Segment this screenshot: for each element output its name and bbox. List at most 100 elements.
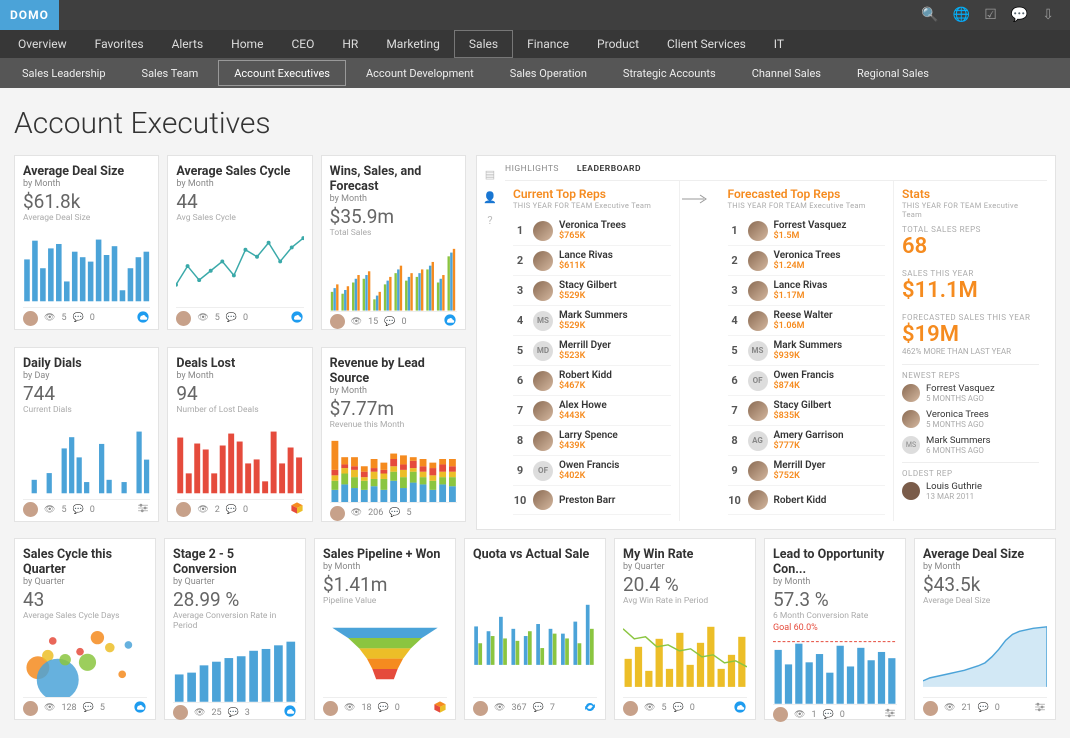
bottom-card-3[interactable]: Quota vs Actual Sale 👁367 💬7 xyxy=(464,538,606,720)
subnav-item-strategic-accounts[interactable]: Strategic Accounts xyxy=(605,58,734,88)
subnav-item-regional-sales[interactable]: Regional Sales xyxy=(839,58,947,88)
rep-rank: 7 xyxy=(513,404,527,417)
source-icon[interactable] xyxy=(136,501,150,518)
rep-value: $765K xyxy=(559,231,626,241)
left-card-4[interactable]: Deals Lost by Month 94 Number of Lost De… xyxy=(167,347,312,522)
card-chart xyxy=(23,419,150,499)
rep-row[interactable]: 4 MS Mark Summers $529K xyxy=(513,306,671,336)
source-icon[interactable] xyxy=(583,700,597,717)
bottom-card-2[interactable]: Sales Pipeline + Won by Month $1.41m Pip… xyxy=(314,538,456,720)
rep-row[interactable]: 9 OF Owen Francis $402K xyxy=(513,456,671,486)
rep-row[interactable]: 4 Reese Walter $1.06M xyxy=(728,306,886,336)
avatar[interactable] xyxy=(330,314,345,329)
nav-item-alerts[interactable]: Alerts xyxy=(158,30,218,58)
bottom-card-1[interactable]: Stage 2 - 5 Conversion by Quarter 28.99 … xyxy=(164,538,306,720)
rep-row[interactable]: 1 Veronica Trees $765K xyxy=(513,216,671,246)
nav-item-ceo[interactable]: CEO xyxy=(277,30,328,58)
source-icon[interactable] xyxy=(733,700,747,717)
nav-item-home[interactable]: Home xyxy=(217,30,277,58)
nav-item-marketing[interactable]: Marketing xyxy=(372,30,454,58)
avatar[interactable] xyxy=(623,701,638,716)
rep-row[interactable]: 3 Lance Rivas $1.17M xyxy=(728,276,886,306)
newest-rep[interactable]: Forrest Vasquez5 MONTHS AGO xyxy=(902,380,1039,406)
source-icon[interactable] xyxy=(883,706,897,723)
nav-item-product[interactable]: Product xyxy=(583,30,653,58)
bottom-card-4[interactable]: My Win Rate by Quarter 20.4 % Avg Win Ra… xyxy=(614,538,756,720)
globe-icon[interactable]: 🌐 xyxy=(953,7,970,23)
left-card-1[interactable]: Average Sales Cycle by Month 44 Avg Sale… xyxy=(167,155,312,330)
rail-person-icon[interactable]: 👤 xyxy=(483,191,497,204)
source-icon[interactable] xyxy=(290,310,304,327)
subnav-item-account-executives[interactable]: Account Executives xyxy=(216,58,348,88)
panel-tab-highlights[interactable]: HIGHLIGHTS xyxy=(505,164,559,174)
card-subtitle: by Month xyxy=(323,562,447,572)
nav-item-finance[interactable]: Finance xyxy=(513,30,583,58)
subnav-item-sales-team[interactable]: Sales Team xyxy=(124,58,217,88)
left-card-5[interactable]: Revenue by Lead Source by Month $7.77m R… xyxy=(321,347,466,522)
avatar[interactable] xyxy=(923,701,938,716)
source-icon[interactable] xyxy=(290,501,304,518)
source-icon[interactable] xyxy=(443,313,457,330)
rep-row[interactable]: 10 Robert Kidd xyxy=(728,486,886,515)
avatar[interactable] xyxy=(176,502,191,517)
left-card-3[interactable]: Daily Dials by Day 744 Current Dials 👁5 … xyxy=(14,347,159,522)
rep-row[interactable]: 3 Stacy Gilbert $529K xyxy=(513,276,671,306)
card-title: Sales Pipeline + Won xyxy=(323,547,447,562)
bottom-card-6[interactable]: Average Deal Size by Month $43.5k Averag… xyxy=(914,538,1056,720)
left-card-0[interactable]: Average Deal Size by Month $61.8k Averag… xyxy=(14,155,159,330)
source-icon[interactable] xyxy=(433,700,447,717)
oldest-rep[interactable]: Louis Guthrie13 MAR 2011 xyxy=(902,478,1039,504)
rep-row[interactable]: 8 AG Amery Garrison $777K xyxy=(728,426,886,456)
rep-row[interactable]: 7 Alex Howe $443K xyxy=(513,396,671,426)
avatar[interactable] xyxy=(176,311,191,326)
search-icon[interactable]: 🔍 xyxy=(921,7,938,23)
rep-row[interactable]: 2 Veronica Trees $1.24M xyxy=(728,246,886,276)
rep-row[interactable]: 9 Merrill Dyer $752K xyxy=(728,456,886,486)
nav-item-favorites[interactable]: Favorites xyxy=(81,30,158,58)
rail-help-icon[interactable]: ? xyxy=(487,214,492,227)
subnav-item-sales-operation[interactable]: Sales Operation xyxy=(492,58,605,88)
total-reps-label: TOTAL SALES REPS xyxy=(902,225,1039,234)
subnav-item-sales-leadership[interactable]: Sales Leadership xyxy=(4,58,124,88)
newest-rep[interactable]: MSMark Summers6 MONTHS AGO xyxy=(902,432,1039,458)
subnav-item-account-development[interactable]: Account Development xyxy=(348,58,492,88)
source-icon[interactable] xyxy=(1033,700,1047,717)
avatar[interactable] xyxy=(330,506,345,521)
avatar[interactable] xyxy=(773,707,788,722)
rep-row[interactable]: 7 Stacy Gilbert $835K xyxy=(728,396,886,426)
rep-row[interactable]: 1 Forrest Vasquez $1.5M xyxy=(728,216,886,246)
rep-row[interactable]: 5 MS Mark Summers $939K xyxy=(728,336,886,366)
nav-item-client-services[interactable]: Client Services xyxy=(653,30,760,58)
avatar[interactable] xyxy=(23,502,38,517)
card-chart xyxy=(173,635,297,702)
chat-icon[interactable]: 💬 xyxy=(1011,7,1028,23)
rep-row[interactable]: 5 MD Merrill Dyer $523K xyxy=(513,336,671,366)
nav-item-overview[interactable]: Overview xyxy=(4,30,81,58)
rep-row[interactable]: 6 Robert Kidd $467K xyxy=(513,366,671,396)
left-card-2[interactable]: Wins, Sales, and Forecast by Month $35.9… xyxy=(321,155,466,330)
brand-logo[interactable]: DOMO xyxy=(0,0,59,30)
newest-rep[interactable]: Veronica Trees5 MONTHS AGO xyxy=(902,406,1039,432)
source-icon[interactable] xyxy=(136,310,150,327)
subnav-item-channel-sales[interactable]: Channel Sales xyxy=(734,58,839,88)
download-icon[interactable]: ⇩ xyxy=(1042,7,1054,23)
bottom-card-5[interactable]: Lead to Opportunity Con... by Month 57.3… xyxy=(764,538,906,720)
nav-item-it[interactable]: IT xyxy=(760,30,798,58)
rep-row[interactable]: 6 OF Owen Francis $874K xyxy=(728,366,886,396)
avatar[interactable] xyxy=(23,701,38,716)
panel-tab-leaderboard[interactable]: LEADERBOARD xyxy=(577,164,641,174)
rep-row[interactable]: 8 Larry Spence $439K xyxy=(513,426,671,456)
check-icon[interactable]: ☑ xyxy=(984,7,997,23)
nav-item-hr[interactable]: HR xyxy=(328,30,372,58)
rail-list-icon[interactable]: ▤ xyxy=(485,168,495,181)
avatar[interactable] xyxy=(473,701,488,716)
source-icon[interactable] xyxy=(283,704,297,721)
bottom-card-0[interactable]: Sales Cycle this Quarter by Quarter 43 A… xyxy=(14,538,156,720)
rep-row[interactable]: 10 Preston Barr xyxy=(513,486,671,515)
avatar[interactable] xyxy=(23,311,38,326)
avatar[interactable] xyxy=(173,705,188,720)
source-icon[interactable] xyxy=(133,700,147,717)
nav-item-sales[interactable]: Sales xyxy=(454,30,513,58)
rep-row[interactable]: 2 Lance Rivas $611K xyxy=(513,246,671,276)
avatar[interactable] xyxy=(323,701,338,716)
